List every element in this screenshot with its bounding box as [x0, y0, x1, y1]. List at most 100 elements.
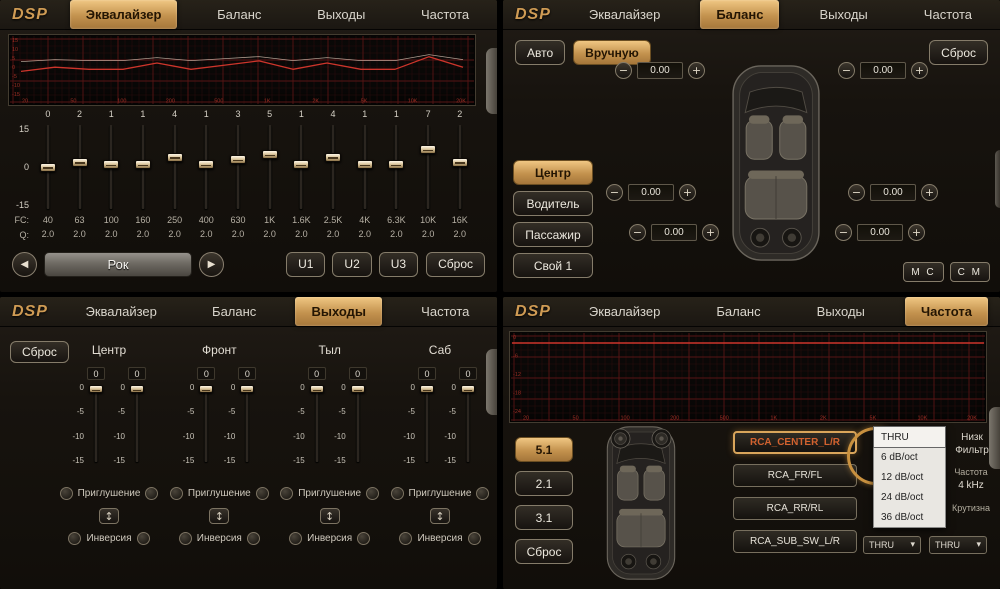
- output-slider[interactable]: [197, 383, 215, 465]
- mute-toggle-right[interactable]: [256, 487, 269, 500]
- slope-select-0[interactable]: THRU▾: [863, 536, 921, 554]
- mode-button-5-1[interactable]: 5.1: [515, 437, 573, 462]
- output-slider[interactable]: [238, 383, 256, 465]
- invert-toggle-left[interactable]: [68, 532, 81, 545]
- link-channels-icon[interactable]: ↕: [430, 508, 450, 524]
- position-button-0[interactable]: Центр: [513, 160, 593, 185]
- band-slider[interactable]: [381, 122, 413, 212]
- tab-equalizer[interactable]: Эквалайзер: [69, 297, 172, 326]
- slider-thumb[interactable]: [461, 385, 475, 393]
- slope-option-2[interactable]: 12 dB/oct: [874, 467, 945, 487]
- plus-button[interactable]: +: [702, 224, 719, 241]
- mute-toggle-right[interactable]: [476, 487, 489, 500]
- link-channels-icon[interactable]: ↕: [209, 508, 229, 524]
- invert-toggle-right[interactable]: [357, 532, 370, 545]
- plus-button[interactable]: +: [688, 62, 705, 79]
- link-channels-icon[interactable]: ↕: [99, 508, 119, 524]
- slider-thumb[interactable]: [198, 160, 214, 169]
- tab-frequency[interactable]: Частота: [905, 297, 988, 326]
- tab-outputs[interactable]: Выходы: [804, 0, 884, 29]
- plus-button[interactable]: +: [679, 184, 696, 201]
- slider-thumb[interactable]: [351, 385, 365, 393]
- slope-option-4[interactable]: 36 dB/oct: [874, 507, 945, 527]
- tab-balance[interactable]: Баланс: [700, 297, 776, 326]
- band-slider[interactable]: [64, 122, 96, 212]
- plus-button[interactable]: +: [921, 184, 938, 201]
- slider-thumb[interactable]: [388, 160, 404, 169]
- slider-thumb[interactable]: [262, 150, 278, 159]
- eq-reset-button[interactable]: Сброс: [426, 252, 485, 277]
- slope-option-1[interactable]: 6 dB/oct: [874, 447, 945, 467]
- link-channels-icon[interactable]: ↕: [320, 508, 340, 524]
- memory-button-u3[interactable]: U3: [379, 252, 418, 277]
- invert-toggle-right[interactable]: [137, 532, 150, 545]
- band-slider[interactable]: [95, 122, 127, 212]
- band-slider[interactable]: [222, 122, 254, 212]
- minus-button[interactable]: −: [835, 224, 852, 241]
- tab-balance[interactable]: Баланс: [196, 297, 272, 326]
- output-slider[interactable]: [308, 383, 326, 465]
- preset-display[interactable]: Рок: [44, 252, 192, 277]
- minus-button[interactable]: −: [629, 224, 646, 241]
- tab-frequency[interactable]: Частота: [405, 297, 485, 326]
- output-slider[interactable]: [87, 383, 105, 465]
- position-button-1[interactable]: Водитель: [513, 191, 593, 216]
- band-slider[interactable]: [286, 122, 318, 212]
- slider-thumb[interactable]: [357, 160, 373, 169]
- slider-thumb[interactable]: [167, 153, 183, 162]
- band-slider[interactable]: [254, 122, 286, 212]
- mute-toggle-right[interactable]: [145, 487, 158, 500]
- memory-button-u1[interactable]: U1: [286, 252, 325, 277]
- minus-button[interactable]: −: [615, 62, 632, 79]
- panel-drag-handle[interactable]: [995, 150, 1000, 208]
- output-slider[interactable]: [128, 383, 146, 465]
- minus-button[interactable]: −: [838, 62, 855, 79]
- slider-thumb[interactable]: [199, 385, 213, 393]
- mute-toggle-left[interactable]: [170, 487, 183, 500]
- band-slider[interactable]: [444, 122, 476, 212]
- preset-prev-button[interactable]: ◀: [12, 252, 37, 277]
- band-slider[interactable]: [349, 122, 381, 212]
- tab-balance[interactable]: Баланс: [700, 0, 779, 29]
- slider-thumb[interactable]: [103, 160, 119, 169]
- invert-toggle-right[interactable]: [468, 532, 481, 545]
- slider-thumb[interactable]: [240, 385, 254, 393]
- output-slider[interactable]: [349, 383, 367, 465]
- slider-thumb[interactable]: [420, 145, 436, 154]
- band-slider[interactable]: [317, 122, 349, 212]
- mute-toggle-left[interactable]: [60, 487, 73, 500]
- cm-button[interactable]: C M: [950, 262, 990, 282]
- slider-thumb[interactable]: [135, 160, 151, 169]
- invert-toggle-right[interactable]: [247, 532, 260, 545]
- slope-option-0[interactable]: THRU: [874, 427, 945, 447]
- rca-button-2[interactable]: RCA_RR/RL: [733, 497, 857, 520]
- mute-toggle-right[interactable]: [366, 487, 379, 500]
- slider-thumb[interactable]: [230, 155, 246, 164]
- rca-button-0[interactable]: RCA_CENTER_L/R: [733, 431, 857, 454]
- tab-equalizer[interactable]: Эквалайзер: [573, 0, 676, 29]
- slider-thumb[interactable]: [325, 153, 341, 162]
- position-button-2[interactable]: Пассажир: [513, 222, 593, 247]
- band-slider[interactable]: [127, 122, 159, 212]
- slider-thumb[interactable]: [452, 158, 468, 167]
- tab-equalizer[interactable]: Эквалайзер: [573, 297, 676, 326]
- slider-thumb[interactable]: [420, 385, 434, 393]
- slope-select-1[interactable]: THRU▾: [929, 536, 987, 554]
- mc-button[interactable]: M C: [903, 262, 943, 282]
- panel-drag-handle[interactable]: [486, 48, 497, 114]
- tab-equalizer[interactable]: Эквалайзер: [70, 0, 178, 29]
- frequency-reset-button[interactable]: Сброс: [515, 539, 573, 564]
- tab-outputs[interactable]: Выходы: [801, 297, 881, 326]
- memory-button-u2[interactable]: U2: [332, 252, 371, 277]
- output-slider[interactable]: [459, 383, 477, 465]
- slider-thumb[interactable]: [89, 385, 103, 393]
- auto-button[interactable]: Авто: [515, 40, 565, 65]
- slider-thumb[interactable]: [130, 385, 144, 393]
- slider-thumb[interactable]: [72, 158, 88, 167]
- slope-option-3[interactable]: 24 dB/oct: [874, 487, 945, 507]
- band-slider[interactable]: [190, 122, 222, 212]
- mute-toggle-left[interactable]: [391, 487, 404, 500]
- plus-button[interactable]: +: [911, 62, 928, 79]
- plus-button[interactable]: +: [908, 224, 925, 241]
- tab-frequency[interactable]: Частота: [908, 0, 988, 29]
